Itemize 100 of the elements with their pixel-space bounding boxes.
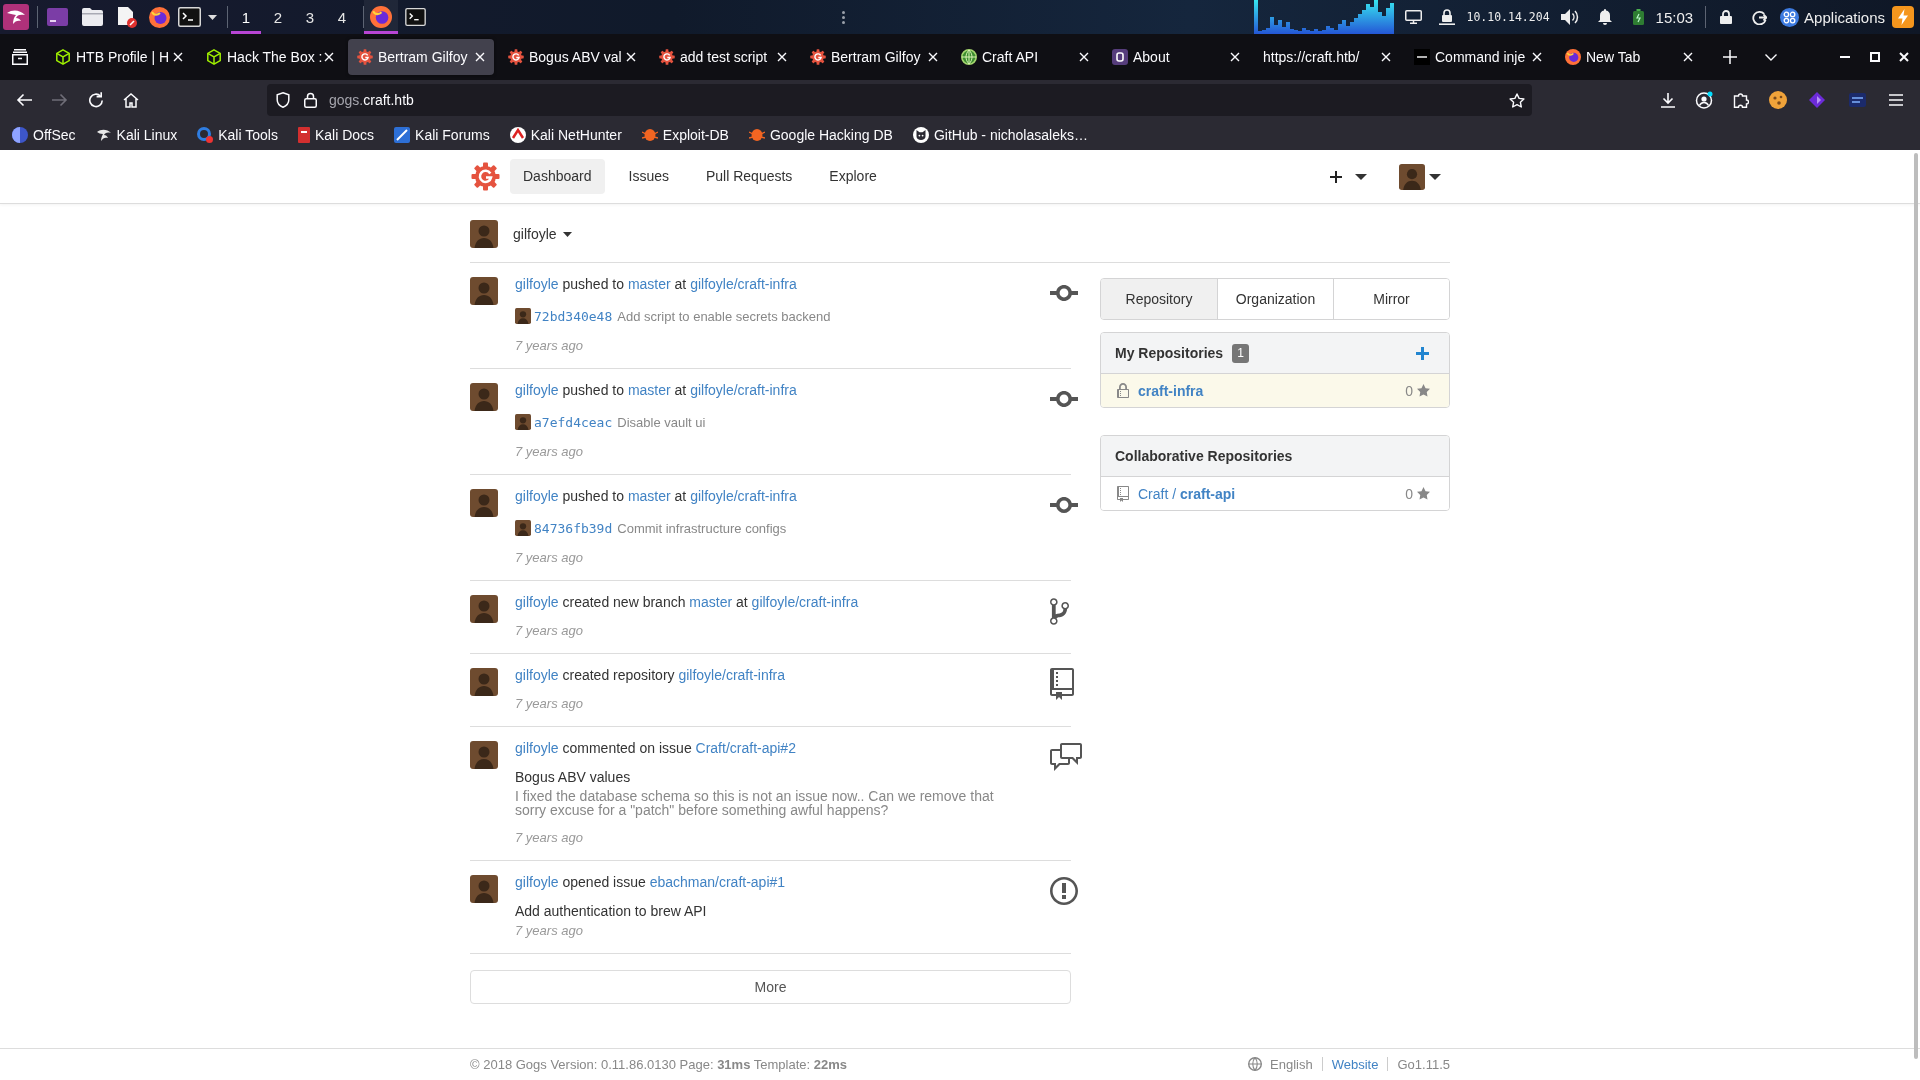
caret-icon[interactable] [1355, 173, 1367, 180]
browser-tab[interactable]: add test script [650, 39, 796, 75]
feed-link[interactable]: gilfoyle [515, 382, 559, 398]
feed-link[interactable]: master [627, 382, 671, 398]
close-icon[interactable] [928, 52, 938, 62]
nav-link[interactable]: Pull Requests [692, 159, 806, 194]
clock-text[interactable]: 15:03 [1655, 8, 1694, 26]
feed-link[interactable]: gilfoyle [515, 276, 559, 292]
browser-tab[interactable]: Bogus ABV val [499, 39, 645, 75]
commit-sha-link[interactable]: 84736fb39d [534, 520, 613, 536]
account-icon[interactable] [1695, 91, 1713, 109]
monitor-icon[interactable] [1405, 10, 1423, 24]
feed-link[interactable]: ebachman/craft-api#1 [649, 874, 786, 890]
website-link[interactable]: Website [1331, 1056, 1379, 1072]
caret-icon[interactable] [208, 14, 217, 20]
battery-icon[interactable] [1632, 9, 1644, 25]
feed-link[interactable]: gilfoyle [515, 874, 559, 890]
home-icon[interactable] [123, 92, 139, 108]
window-icon[interactable] [47, 8, 68, 26]
browser-tab[interactable]: Hack The Box : [197, 39, 343, 75]
menu-icon[interactable] [1889, 94, 1903, 106]
applications-menu[interactable]: Applications [1780, 7, 1885, 27]
feed-link[interactable]: gilfoyle/craft-infra [678, 667, 786, 683]
maximize-icon[interactable] [1870, 52, 1880, 62]
bookmark-item[interactable]: OffSec [7, 123, 81, 147]
terminal-icon[interactable] [178, 7, 201, 27]
browser-tab[interactable]: https://craft.htb/ [1254, 39, 1400, 75]
vpn-lock-icon[interactable] [1439, 9, 1456, 25]
close-icon[interactable] [1381, 52, 1391, 62]
context-dropdown[interactable]: gilfoyle [513, 226, 572, 242]
close-icon[interactable] [777, 52, 787, 62]
diamond-icon[interactable] [1809, 92, 1825, 108]
commit-sha-link[interactable]: a7efd4ceac [534, 414, 613, 430]
puzzle-icon[interactable] [1733, 92, 1749, 108]
bookmark-item[interactable]: Exploit-DB [636, 123, 734, 147]
user-avatar[interactable] [1399, 163, 1425, 190]
volume-icon[interactable] [1560, 9, 1579, 25]
feed-link[interactable]: gilfoyle [515, 667, 559, 683]
close-icon[interactable] [1683, 52, 1693, 62]
repo-link[interactable]: Craft / craft-api [1138, 485, 1236, 502]
feed-link[interactable]: master [627, 276, 671, 292]
browser-tab[interactable]: New Tab [1556, 39, 1702, 75]
language-dropdown[interactable]: English [1248, 1056, 1313, 1072]
bookmark-item[interactable]: Kali Forums [389, 123, 495, 147]
nav-link[interactable]: Issues [615, 159, 682, 194]
feed-link[interactable]: gilfoyle/craft-infra [690, 382, 797, 398]
feed-link[interactable]: gilfoyle/craft-infra [690, 488, 797, 504]
close-icon[interactable] [1532, 52, 1542, 62]
bookmark-item[interactable]: Kali Tools [192, 123, 283, 147]
app-menu-icon[interactable] [3, 4, 29, 30]
address-bar[interactable]: gogs.craft.htb [267, 84, 1532, 116]
chevron-down-icon[interactable] [1765, 53, 1777, 61]
scrollbar-thumb[interactable] [1914, 153, 1918, 1059]
bookmark-item[interactable]: GitHub - nicholasaleks… [907, 123, 1093, 147]
taskbar-button[interactable] [364, 0, 398, 34]
close-icon[interactable] [324, 52, 334, 62]
cookie-icon[interactable] [1769, 91, 1787, 109]
close-icon[interactable] [626, 52, 636, 62]
gear-logo-icon[interactable] [471, 162, 500, 191]
close-icon[interactable] [1079, 52, 1089, 62]
nav-link[interactable]: Dashboard [510, 159, 605, 194]
star-icon[interactable] [1509, 92, 1525, 108]
feed-link[interactable]: master [627, 488, 671, 504]
browser-tab[interactable]: Command inje [1405, 39, 1551, 75]
arrow-left-icon[interactable] [16, 93, 32, 107]
tab-list-icon[interactable] [11, 49, 29, 65]
feed-link[interactable]: master [689, 594, 733, 610]
close-icon[interactable] [1899, 52, 1909, 62]
workspace-button[interactable]: 3 [295, 0, 325, 34]
folder-icon[interactable] [82, 8, 103, 26]
bookmark-item[interactable]: Kali Docs [292, 123, 380, 147]
bookmark-item[interactable]: Kali Linux [90, 123, 183, 147]
document-icon[interactable] [118, 6, 137, 28]
feed-link[interactable]: gilfoyle [515, 594, 559, 610]
logout-icon[interactable] [1752, 9, 1768, 25]
lock-icon[interactable] [304, 92, 317, 108]
lightning-icon[interactable] [1892, 6, 1914, 28]
browser-tab[interactable]: HTB Profile | H [46, 39, 192, 75]
plus-icon[interactable] [1330, 170, 1342, 183]
arrow-right-icon[interactable] [52, 93, 68, 107]
bookmark-item[interactable]: Kali NetHunter [504, 123, 627, 147]
sidebar-tab[interactable]: Repository [1101, 279, 1217, 319]
workspace-button[interactable]: 4 [327, 0, 357, 34]
browser-icon[interactable] [149, 6, 170, 28]
browser-tab[interactable]: Bertram Gilfoy [801, 39, 947, 75]
drag-handle-icon[interactable] [842, 10, 845, 24]
lock-icon[interactable] [1720, 10, 1733, 24]
feed-link[interactable]: gilfoyle [515, 740, 559, 756]
nav-link[interactable]: Explore [816, 159, 890, 194]
commit-sha-link[interactable]: 72bd340e48 [534, 308, 613, 324]
reload-icon[interactable] [88, 92, 104, 108]
feed-link[interactable]: Craft/craft-api#2 [695, 740, 796, 756]
browser-tab[interactable]: Craft API [952, 39, 1098, 75]
feed-link[interactable]: gilfoyle/craft-infra [690, 276, 797, 292]
close-icon[interactable] [1230, 52, 1240, 62]
bookmark-item[interactable]: Google Hacking DB [743, 123, 898, 147]
close-icon[interactable] [173, 52, 183, 62]
close-icon[interactable] [475, 52, 485, 62]
repo-link[interactable]: craft-infra [1138, 382, 1204, 399]
feed-link[interactable]: gilfoyle/craft-infra [751, 594, 859, 610]
